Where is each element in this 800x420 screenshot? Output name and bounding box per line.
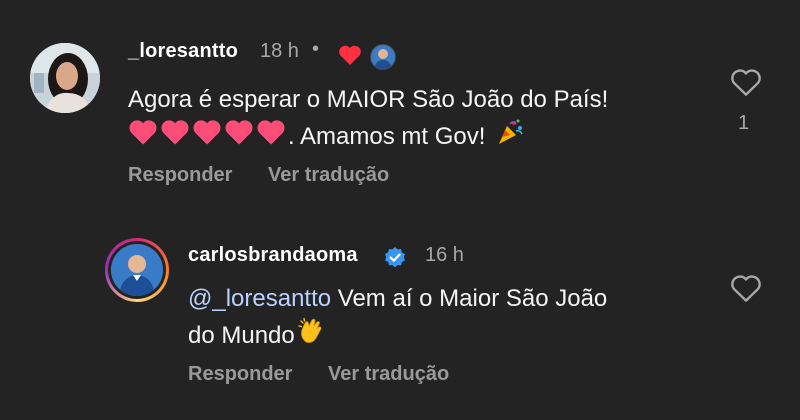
avatar[interactable]	[30, 43, 100, 113]
comment-timestamp: 18 h	[260, 40, 299, 62]
separator-dot: •	[312, 38, 320, 60]
comment-reply-carlosbrandaoma: carlosbrandaoma 16 h @_loresantto Vem aí…	[0, 215, 800, 420]
heart-emoji-icon	[160, 118, 190, 157]
comment-text-body-2: do Mundo	[188, 321, 295, 349]
heart-emoji-icon	[224, 118, 254, 157]
avatar	[108, 241, 166, 299]
party-popper-icon	[496, 118, 524, 157]
comment-text-line-1: @_loresantto Vem aí o Maior São João	[188, 281, 708, 317]
comment-username[interactable]: _loresantto	[128, 40, 238, 63]
see-translation-button[interactable]: Ver tradução	[268, 164, 389, 186]
heart-emoji-icon	[256, 118, 286, 157]
comment-timestamp: 16 h	[425, 244, 464, 266]
story-ring[interactable]	[105, 238, 169, 302]
comment-text: @_loresantto Vem aí o Maior São João do …	[188, 281, 708, 356]
comment-loresantto: _loresantto 18 h • Agora é esperar o MAI…	[0, 0, 800, 215]
clapping-hands-icon	[297, 317, 325, 356]
author-mini-avatar	[370, 44, 396, 70]
verified-badge-icon	[383, 246, 407, 275]
hearts-emoji-row	[128, 118, 288, 157]
comment-text: Agora é esperar o MAIOR São João do País…	[128, 82, 688, 157]
comment-username[interactable]: carlosbrandaoma	[188, 244, 358, 267]
like-heart-icon[interactable]	[730, 67, 762, 102]
comment-text-line-2: do Mundo	[188, 317, 708, 356]
comment-actions: Responder Ver tradução	[128, 164, 419, 187]
like-count: 1	[738, 112, 750, 134]
comment-text-line-1: Agora é esperar o MAIOR São João do País…	[128, 86, 609, 113]
heart-emoji-icon	[128, 118, 158, 157]
comment-text-line-2: . Amamos mt Gov!	[128, 118, 688, 157]
comment-text-body: Vem aí o Maior São João	[331, 285, 608, 312]
author-liked-heart-icon	[338, 44, 362, 71]
see-translation-button[interactable]: Ver tradução	[328, 363, 449, 385]
reply-button[interactable]: Responder	[128, 164, 232, 186]
heart-emoji-icon	[192, 118, 222, 157]
like-heart-icon[interactable]	[730, 273, 762, 308]
mention-link[interactable]: @_loresantto	[188, 285, 331, 312]
comment-text-line-2-suffix: . Amamos mt Gov!	[288, 122, 486, 150]
reply-button[interactable]: Responder	[188, 363, 292, 385]
comment-actions: Responder Ver tradução	[188, 363, 479, 386]
